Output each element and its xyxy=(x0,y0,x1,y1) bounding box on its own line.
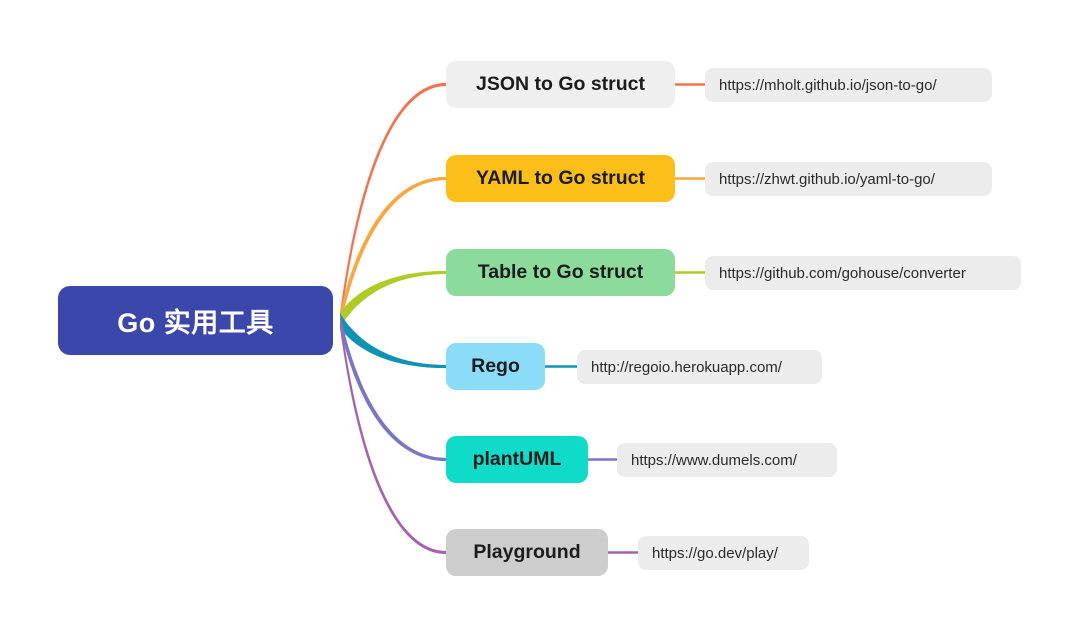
topic-node[interactable]: JSON to Go struct xyxy=(446,61,675,108)
root-node-label: Go 实用工具 xyxy=(117,308,274,338)
url-pill[interactable]: https://go.dev/play/ xyxy=(638,536,809,570)
branch-curve xyxy=(340,313,446,369)
url-text: https://www.dumels.com/ xyxy=(631,451,797,469)
topic-node-label: JSON to Go struct xyxy=(475,73,646,95)
root-node[interactable]: Go 实用工具 xyxy=(58,286,333,355)
mindmap-canvas: Go 实用工具 JSON to Go struct https://mholt.g… xyxy=(0,0,1080,639)
topic-node-label: plantUML xyxy=(472,448,562,470)
branch-curve xyxy=(340,313,446,462)
url-pill[interactable]: https://github.com/gohouse/converter xyxy=(705,256,1021,290)
branch-curve xyxy=(340,82,446,329)
url-pill[interactable]: https://www.dumels.com/ xyxy=(617,443,837,477)
topic-node-label: Rego xyxy=(471,355,520,377)
topic-node[interactable]: Playground xyxy=(446,529,608,576)
url-text: https://github.com/gohouse/converter xyxy=(719,264,966,282)
url-pill[interactable]: http://regoio.herokuapp.com/ xyxy=(577,350,822,384)
branch-curve xyxy=(340,313,446,555)
branch-curve xyxy=(340,176,446,328)
branch-curve xyxy=(340,270,446,328)
topic-node-label: YAML to Go struct xyxy=(475,167,646,189)
topic-node[interactable]: Rego xyxy=(446,343,545,390)
topic-node-label: Playground xyxy=(473,541,581,563)
topic-node-label: Table to Go struct xyxy=(477,261,644,283)
topic-node[interactable]: YAML to Go struct xyxy=(446,155,675,202)
url-text: https://mholt.github.io/json-to-go/ xyxy=(719,76,937,94)
url-text: https://go.dev/play/ xyxy=(652,544,778,562)
url-pill[interactable]: https://mholt.github.io/json-to-go/ xyxy=(705,68,992,102)
url-pill[interactable]: https://zhwt.github.io/yaml-to-go/ xyxy=(705,162,992,196)
url-text: https://zhwt.github.io/yaml-to-go/ xyxy=(719,170,935,188)
topic-node[interactable]: plantUML xyxy=(446,436,588,483)
topic-node[interactable]: Table to Go struct xyxy=(446,249,675,296)
url-text: http://regoio.herokuapp.com/ xyxy=(591,358,782,376)
